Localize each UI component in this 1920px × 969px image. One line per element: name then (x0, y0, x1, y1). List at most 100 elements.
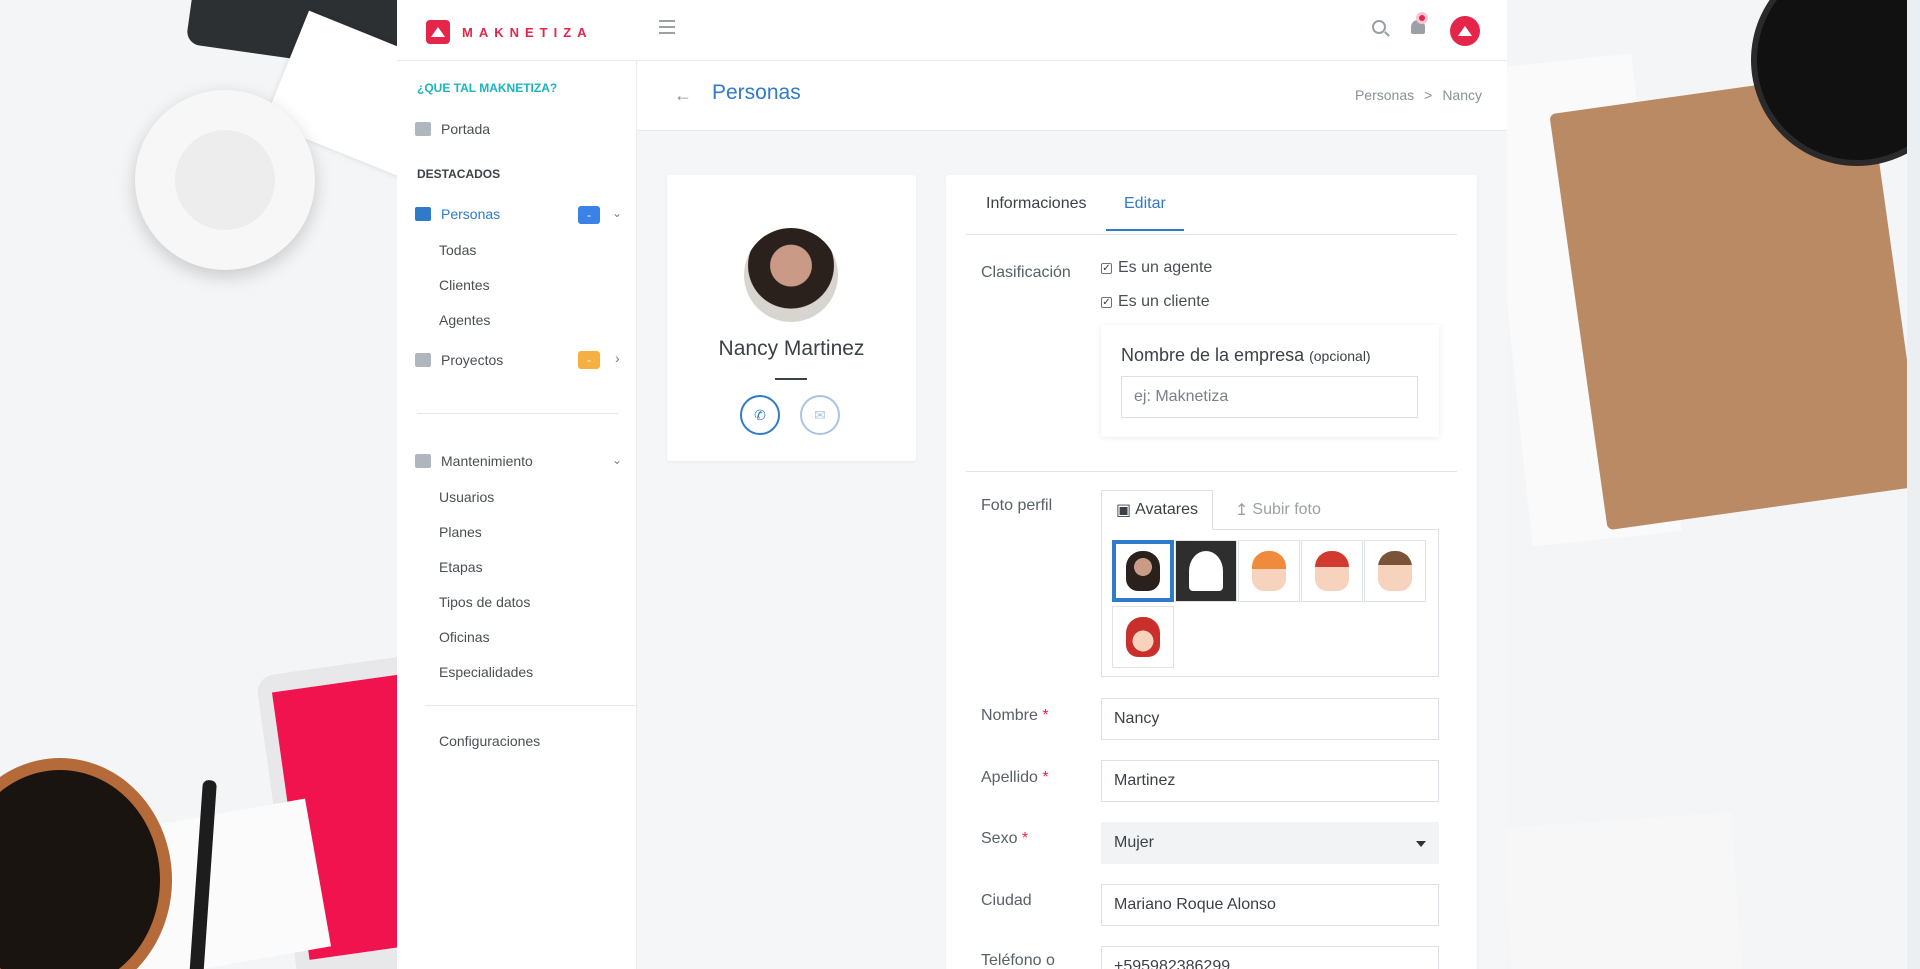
sidebar-sub-todas[interactable]: Todas (439, 238, 476, 262)
telefono-label: Teléfono o (981, 952, 1055, 969)
avatar-option-photo[interactable] (1112, 540, 1174, 602)
avatar-grid (1101, 529, 1439, 677)
ciudad-label: Ciudad (981, 892, 1032, 909)
required-mark: * (1042, 769, 1049, 786)
sidebar-sub-planes[interactable]: Planes (439, 520, 482, 544)
whatsapp-icon: ✆ (754, 406, 766, 423)
sidebar-sub-clientes[interactable]: Clientes (439, 273, 490, 297)
tab-editar[interactable]: Editar (1106, 195, 1184, 231)
sidebar-section-destacados: DESTACADOS (417, 167, 501, 181)
required-mark: * (1042, 707, 1049, 724)
subir-foto-label: Subir foto (1252, 501, 1321, 518)
decor-coffee (0, 770, 160, 969)
nombre-label-text: Nombre (981, 707, 1038, 724)
apellido-input[interactable]: Martinez (1101, 760, 1439, 802)
search-icon[interactable] (1372, 20, 1386, 34)
home-icon (415, 122, 431, 136)
breadcrumb-personas[interactable]: Personas (1355, 87, 1414, 103)
empresa-box: Nombre de la empresa (opcional) ej: Makn… (1101, 325, 1439, 437)
sidebar-sub-agentes[interactable]: Agentes (439, 308, 490, 332)
menu-toggle-icon[interactable] (659, 20, 675, 34)
avatar-brown-hair (1378, 551, 1412, 591)
proyectos-badge: - (578, 351, 600, 369)
background-right (1507, 0, 1907, 969)
app-window: MAKNETIZA ¿QUE TAL MAKNETIZA? Portada DE… (397, 0, 1507, 969)
avatar-option-curly-red[interactable] (1301, 540, 1363, 602)
checkbox-cliente[interactable]: ✓ (1101, 296, 1112, 308)
sidebar-sub-especialidades[interactable]: Especialidades (439, 660, 533, 684)
nombre-input[interactable]: Nancy (1101, 698, 1439, 740)
users-icon (415, 207, 431, 221)
avatar-option-silhouette[interactable] (1175, 540, 1237, 602)
checkbox-agente[interactable]: ✓ (1101, 262, 1112, 274)
sidebar-item-label: Mantenimiento (441, 453, 533, 469)
tab-informaciones[interactable]: Informaciones (986, 195, 1087, 229)
notification-dot (1416, 12, 1428, 24)
es-cliente-label: Es un cliente (1118, 293, 1210, 310)
chevron-down-icon[interactable]: ⌄ (612, 206, 622, 220)
form-divider (966, 471, 1457, 472)
avatar-option-red-woman[interactable] (1112, 606, 1174, 668)
telefono-input[interactable]: +595982386299 (1101, 946, 1439, 969)
envelope-icon: ✉ (814, 406, 826, 423)
briefcase-icon (415, 353, 431, 367)
page-header: ← Personas Personas > Nancy (637, 61, 1507, 131)
background-left (0, 0, 397, 969)
sidebar-divider (425, 705, 637, 706)
empresa-input[interactable]: ej: Maknetiza (1121, 376, 1418, 418)
logo[interactable]: MAKNETIZA (426, 20, 593, 44)
profile-name: Nancy Martinez (718, 337, 865, 360)
empresa-label-text: Nombre de la empresa (1121, 345, 1305, 365)
foto-perfil-label: Foto perfil (981, 497, 1053, 514)
upload-icon: ↥ (1235, 502, 1249, 519)
sexo-label: Sexo * (981, 830, 1028, 848)
image-icon: ▣ (1116, 502, 1132, 519)
sidebar-item-mantenimiento[interactable]: Mantenimiento (415, 448, 626, 474)
apellido-label: Apellido * (981, 769, 1049, 787)
avatar-tabs: ▣ Avatares ↥ Subir foto (1101, 490, 1439, 530)
sexo-select-value: Mujer (1114, 834, 1155, 851)
personas-badge: - (578, 206, 600, 224)
breadcrumb: Personas > Nancy (1355, 87, 1482, 103)
empresa-label: Nombre de la empresa (opcional) (1121, 345, 1371, 366)
sexo-label-text: Sexo (981, 830, 1018, 847)
sidebar-section-que-tal[interactable]: ¿QUE TAL MAKNETIZA? (417, 81, 557, 95)
back-arrow-icon[interactable]: ← (674, 85, 692, 106)
user-avatar[interactable] (1450, 16, 1480, 46)
breadcrumb-separator: > (1424, 87, 1433, 103)
caret-down-icon (1416, 841, 1426, 847)
avatar-orange-hair (1252, 551, 1286, 591)
sidebar-sub-usuarios[interactable]: Usuarios (439, 485, 494, 509)
avatar-photo (1126, 551, 1160, 591)
chevron-right-icon[interactable]: › (615, 350, 620, 366)
clasificacion-label: Clasificación (981, 264, 1071, 281)
sidebar-sub-oficinas[interactable]: Oficinas (439, 625, 490, 649)
tab-subir-foto[interactable]: ↥ Subir foto (1221, 490, 1335, 530)
sidebar-item-configuraciones[interactable]: Configuraciones (439, 729, 540, 753)
breadcrumb-current: Nancy (1442, 87, 1482, 103)
sidebar-item-label: Personas (441, 206, 501, 222)
avatar-curly-red (1315, 551, 1349, 591)
tab-bar: Informaciones Editar (966, 175, 1457, 235)
name-underline (775, 378, 807, 380)
whatsapp-button[interactable]: ✆ (740, 395, 780, 435)
es-cliente-checkbox[interactable]: ✓ Es un cliente (1101, 293, 1210, 311)
tab-avatares[interactable]: ▣ Avatares (1101, 490, 1213, 530)
sidebar-item-label: Proyectos (441, 352, 504, 368)
sidebar-item-portada[interactable]: Portada (415, 116, 626, 142)
sidebar-sub-etapas[interactable]: Etapas (439, 555, 483, 579)
email-button[interactable]: ✉ (800, 395, 840, 435)
avatar-option-brown-hair[interactable] (1364, 540, 1426, 602)
sidebar-sub-tipos-de-datos[interactable]: Tipos de datos (439, 590, 530, 614)
sexo-select[interactable]: Mujer (1101, 822, 1439, 864)
edit-form-card: Informaciones Editar Clasificación ✓ Es … (946, 175, 1477, 969)
apellido-label-text: Apellido (981, 769, 1038, 786)
avatares-label: Avatares (1135, 501, 1198, 518)
decor-document (1507, 812, 1743, 969)
es-agente-checkbox[interactable]: ✓ Es un agente (1101, 259, 1212, 277)
ciudad-input[interactable]: Mariano Roque Alonso (1101, 884, 1439, 926)
chevron-down-icon[interactable]: ⌄ (612, 453, 622, 467)
avatar-option-orange-hair[interactable] (1238, 540, 1300, 602)
nombre-label: Nombre * (981, 707, 1049, 725)
sidebar: ¿QUE TAL MAKNETIZA? Portada DESTACADOS P… (397, 61, 637, 969)
